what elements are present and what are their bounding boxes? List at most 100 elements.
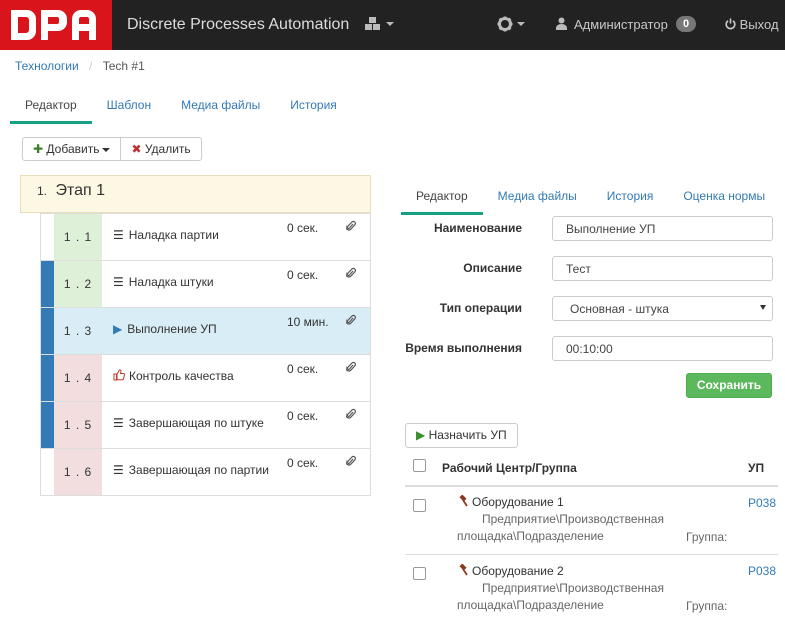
notification-badge[interactable]: 0 xyxy=(676,16,697,32)
list-icon: ☰ xyxy=(113,275,124,289)
list-icon: ☰ xyxy=(113,228,124,242)
operation-marker xyxy=(41,449,54,495)
user-menu[interactable]: Администратор xyxy=(574,17,668,32)
stage-title: Этап 1 xyxy=(55,182,106,199)
operation-name-text: Наладка штуки xyxy=(128,275,214,289)
row-checkbox[interactable] xyxy=(413,499,426,512)
column-header-program[interactable]: УП xyxy=(748,461,764,475)
add-label: Добавить xyxy=(46,142,100,156)
operation-name-text: Завершающая по партии xyxy=(128,463,269,477)
operation-marker xyxy=(41,214,54,260)
tab-op-norm[interactable]: Оценка нормы xyxy=(668,185,780,215)
select-all-checkbox[interactable] xyxy=(413,459,426,472)
save-button[interactable]: Сохранить xyxy=(686,373,772,398)
operation-time: 0 сек. xyxy=(287,221,319,235)
add-button[interactable]: ✚ Добавить xyxy=(22,137,122,161)
delete-button[interactable]: ✖ Удалить xyxy=(121,137,202,161)
program-link[interactable]: P038 xyxy=(748,564,776,578)
operation-name-text: Контроль качества xyxy=(129,369,234,383)
row-checkbox[interactable] xyxy=(413,567,426,580)
operation-number: 1 . 6 xyxy=(54,449,102,495)
operation-time: 0 сек. xyxy=(287,456,319,470)
operation-number: 1 . 1 xyxy=(54,214,102,260)
name-label: Наименование xyxy=(433,221,522,235)
play-icon: ▶ xyxy=(113,322,123,336)
paperclip-icon[interactable] xyxy=(346,408,356,420)
operation-row[interactable]: 1 . 4 Контроль качества 0 сек. xyxy=(41,354,370,401)
operation-name-text: Наладка партии xyxy=(128,228,219,242)
program-link[interactable]: P038 xyxy=(748,496,776,510)
operation-row-selected[interactable]: 1 . 3 ▶ Выполнение УП 10 мин. xyxy=(41,307,370,354)
settings-dropdown[interactable] xyxy=(497,15,525,32)
main-tabs: Редактор Шаблон Медиа файлы История xyxy=(10,94,352,124)
tab-editor[interactable]: Редактор xyxy=(10,94,92,124)
paperclip-icon[interactable] xyxy=(346,314,356,326)
operation-marker xyxy=(41,402,54,448)
equipment-name: Оборудование 2 xyxy=(457,563,564,578)
equipment-path-line1: Предприятие\Производственная xyxy=(482,512,664,526)
play-icon: ▶ xyxy=(416,428,426,442)
tab-op-history[interactable]: История xyxy=(592,185,669,215)
paperclip-icon[interactable] xyxy=(346,267,356,279)
tab-op-editor[interactable]: Редактор xyxy=(401,185,483,215)
operation-marker xyxy=(41,355,54,401)
operation-type-label: Тип операции xyxy=(439,301,522,315)
equipment-name-text: Оборудование 2 xyxy=(472,564,564,578)
operation-row[interactable]: 1 . 2 ☰ Наладка штуки 0 сек. xyxy=(41,260,370,307)
operation-name: ☰ Наладка партии xyxy=(113,228,219,242)
equipment-path-line2: площадка\Подразделение xyxy=(457,598,604,612)
top-navbar: Discrete Processes Automation Администра… xyxy=(0,0,785,50)
equipment-name-text: Оборудование 1 xyxy=(472,495,564,509)
chevron-down-icon xyxy=(386,22,394,27)
operation-row[interactable]: 1 . 5 ☰ Завершающая по штуке 0 сек. xyxy=(41,401,370,448)
thumbs-up-icon xyxy=(113,369,126,381)
duration-label: Время выполнения xyxy=(405,341,522,355)
tab-media-files[interactable]: Медиа файлы xyxy=(166,94,275,124)
gavel-icon xyxy=(459,494,468,507)
tab-history[interactable]: История xyxy=(275,94,352,124)
list-icon: ☰ xyxy=(113,463,124,477)
name-field[interactable]: Выполнение УП xyxy=(552,216,773,241)
description-field[interactable]: Тест xyxy=(552,256,773,281)
chevron-down-icon xyxy=(760,305,766,310)
paperclip-icon[interactable] xyxy=(346,361,356,373)
operation-name: ☰ Наладка штуки xyxy=(113,275,214,289)
chevron-down-icon xyxy=(517,22,525,27)
equipment-group: Группа: xyxy=(686,530,728,544)
tab-template[interactable]: Шаблон xyxy=(92,94,166,124)
breadcrumb-separator: / xyxy=(89,59,93,73)
delete-label: Удалить xyxy=(144,142,191,156)
tab-op-media-files[interactable]: Медиа файлы xyxy=(483,185,592,215)
description-label: Описание xyxy=(463,261,522,275)
user-icon xyxy=(556,17,567,30)
stage-node[interactable]: 1. Этап 1 xyxy=(20,175,371,213)
modules-dropdown[interactable] xyxy=(364,15,394,32)
operation-row[interactable]: 1 . 6 ☰ Завершающая по партии 0 сек. xyxy=(41,448,370,495)
operation-name: ▶ Выполнение УП xyxy=(113,322,217,336)
column-header-workcenter[interactable]: Рабочий Центр/Группа xyxy=(442,461,577,475)
breadcrumb-technologies[interactable]: Технологии xyxy=(15,59,79,73)
logout-link[interactable]: Выход xyxy=(725,17,779,32)
duration-field[interactable]: 00:10:00 xyxy=(552,336,773,361)
app-title[interactable]: Discrete Processes Automation xyxy=(127,16,349,34)
paperclip-icon[interactable] xyxy=(346,455,356,467)
paperclip-icon[interactable] xyxy=(346,220,356,232)
breadcrumb-current: Tech #1 xyxy=(102,59,145,73)
breadcrumb: Технологии / Tech #1 xyxy=(15,59,145,73)
logout-label: Выход xyxy=(739,17,779,32)
gavel-icon xyxy=(459,563,468,576)
tree-toolbar: ✚ Добавить ✖ Удалить xyxy=(22,137,202,161)
equipment-path-line2: площадка\Подразделение xyxy=(457,529,604,543)
plus-icon: ✚ xyxy=(33,142,44,156)
operation-time: 0 сек. xyxy=(287,268,319,282)
operation-name: ☰ Завершающая по партии xyxy=(113,463,269,477)
cubes-icon xyxy=(365,17,380,31)
operation-row[interactable]: 1 . 1 ☰ Наладка партии 0 сек. xyxy=(41,213,370,260)
operation-type-value: Основная - штука xyxy=(570,302,669,316)
operation-name: ☰ Завершающая по штуке xyxy=(113,416,264,430)
operation-name: Контроль качества xyxy=(113,369,234,383)
assign-program-button[interactable]: ▶ Назначить УП xyxy=(405,423,518,448)
dpa-logo[interactable] xyxy=(0,0,112,50)
operation-type-select[interactable]: Основная - штука xyxy=(552,296,773,321)
operation-number: 1 . 3 xyxy=(63,324,93,338)
